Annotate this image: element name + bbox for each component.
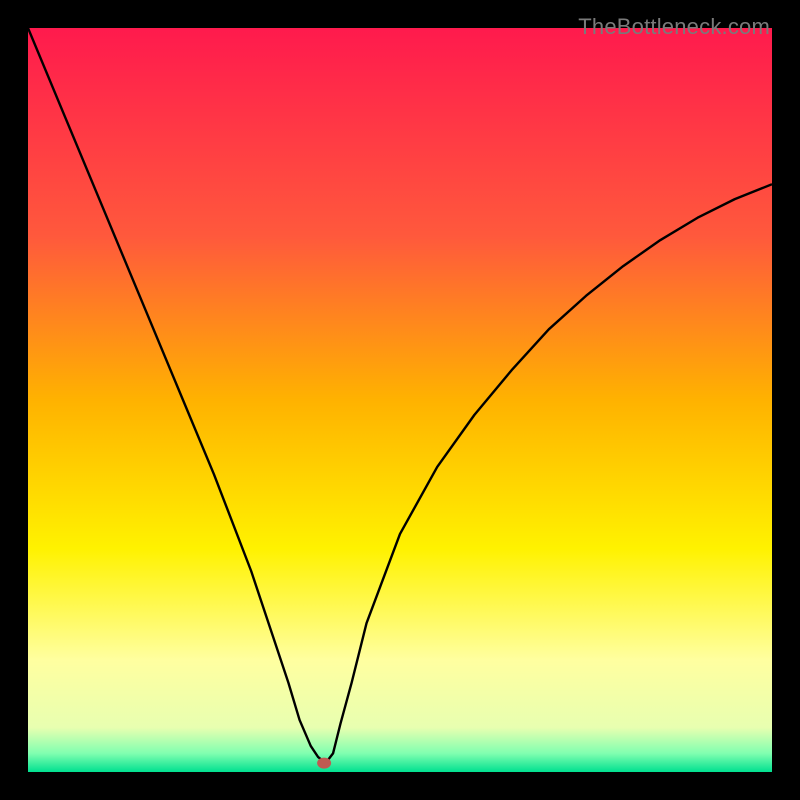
- watermark-text: TheBottleneck.com: [578, 14, 770, 40]
- marker-dot: [317, 758, 331, 769]
- plot-area: [28, 28, 772, 772]
- chart-frame: TheBottleneck.com: [14, 14, 786, 786]
- background-gradient: [28, 28, 772, 772]
- chart-svg: [28, 28, 772, 772]
